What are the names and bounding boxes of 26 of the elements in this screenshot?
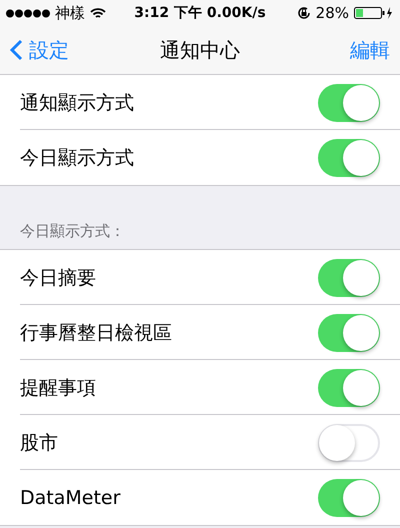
setting-label: 股市 [20,430,59,456]
edit-button[interactable]: 編輯 [350,38,390,62]
toggle-switch[interactable] [318,424,380,462]
setting-label: 通知顯示方式 [20,90,135,116]
section-header: 今日顯示方式： [20,222,125,240]
status-time: 3:12 下午 0.00K/s [134,4,266,22]
toggle-switch[interactable] [318,368,380,406]
rotation-lock-icon [296,6,311,20]
battery-charging-icon [354,6,394,20]
setting-label: DataMeter [20,486,122,508]
back-chevron-icon[interactable] [10,39,23,61]
toggle-switch[interactable] [318,314,380,352]
setting-label: 提醒事項 [20,376,97,400]
toggle-switch[interactable] [318,258,380,296]
battery-percent: 28% [316,4,350,22]
carrier-name: 神樣 [55,4,85,22]
setting-label: 今日摘要 [20,266,97,290]
signal-icon [6,8,50,18]
toggle-switch[interactable] [318,84,380,122]
toggle-switch[interactable] [318,138,380,176]
wifi-icon [90,8,106,18]
toggle-switch[interactable] [318,478,380,516]
setting-label: 行事曆整日檢視區 [20,320,173,346]
back-button[interactable]: 設定 [29,36,69,64]
nav-title: 通知中心 [160,36,240,64]
setting-label: 今日顯示方式 [20,146,135,170]
